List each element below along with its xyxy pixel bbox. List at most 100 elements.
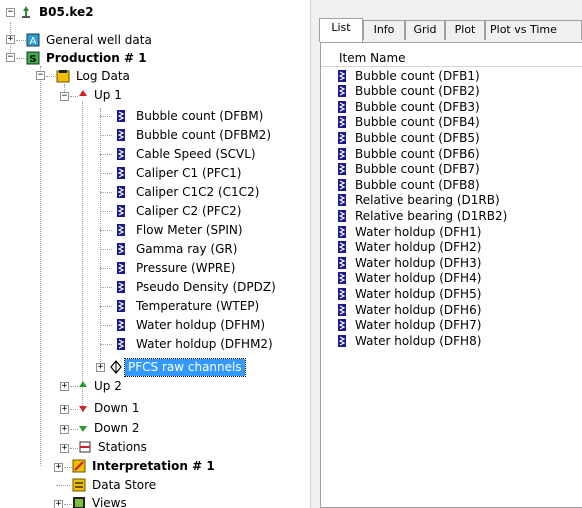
views-icon <box>72 496 86 508</box>
channel-icon <box>337 193 351 207</box>
tree-node-pfcs-raw-channels[interactable]: PFCS raw channels <box>110 357 246 377</box>
tree-node-root[interactable]: − B05.ke2 <box>6 3 97 21</box>
tree-node-data-store[interactable]: Data Store <box>72 476 159 494</box>
collapse-toggle[interactable]: − <box>6 7 15 17</box>
list-item[interactable]: Bubble count (DFB7) <box>337 162 480 177</box>
tree-node-channel[interactable]: Bubble count (DFBM2) <box>100 126 274 144</box>
column-header-item-name[interactable]: Item Name <box>321 49 582 67</box>
list-item[interactable]: Bubble count (DFB2) <box>337 84 480 99</box>
expand-toggle[interactable]: + <box>60 444 69 453</box>
tree-node-channel[interactable]: Cable Speed (SCVL) <box>100 145 259 163</box>
list-item[interactable]: Bubble count (DFB1) <box>337 68 480 83</box>
list-item[interactable]: Bubble count (DFB5) <box>337 130 480 145</box>
tree-node-channel[interactable]: Flow Meter (SPIN) <box>100 221 246 239</box>
list-item[interactable]: Relative bearing (D1RB) <box>337 193 500 208</box>
collapse-toggle[interactable]: − <box>60 92 69 101</box>
tree-node-stations[interactable]: Stations <box>78 438 150 456</box>
list-item-label: Water holdup (DFH6) <box>355 302 482 317</box>
list-item-label: Bubble count (DFB7) <box>355 162 480 177</box>
list-item-label: Water holdup (DFH1) <box>355 224 482 239</box>
list-item[interactable]: Bubble count (DFB6) <box>337 146 480 161</box>
list-item[interactable]: Relative bearing (D1RB2) <box>337 208 507 223</box>
expand-toggle[interactable]: + <box>60 382 69 391</box>
expand-toggle[interactable]: + <box>6 35 15 44</box>
tree-node-channel[interactable]: Temperature (WTEP) <box>100 297 262 315</box>
tree-label: Pseudo Density (DPDZ) <box>136 279 276 294</box>
tree-node-channel[interactable]: Pressure (WPRE) <box>100 259 238 277</box>
list-item[interactable]: Water holdup (DFH6) <box>337 302 481 317</box>
tree-node-channel[interactable]: Gamma ray (GR) <box>100 240 240 258</box>
tree-node-channel[interactable]: Water holdup (DFHM2) <box>100 335 276 353</box>
tree-label: Data Store <box>92 477 157 492</box>
list-item-label: Relative bearing (D1RB2) <box>355 208 508 223</box>
tree-node-down2[interactable]: Down 2 <box>78 419 142 437</box>
tree-node-channel[interactable]: Water holdup (DFHM) <box>100 316 268 334</box>
tree-node-general-well-data[interactable]: A General well data <box>26 31 155 49</box>
tree-node-up2[interactable]: Up 2 <box>78 377 125 395</box>
tab-plot-vs-time[interactable]: Plot vs Time <box>485 20 582 40</box>
tree-node-channel[interactable]: Caliper C1C2 (C1C2) <box>100 183 262 201</box>
channel-icon <box>337 271 351 285</box>
channel-icon <box>116 337 130 351</box>
arrow-down-icon <box>78 421 88 435</box>
tree-node-production[interactable]: S Production # 1 <box>26 49 150 67</box>
tree-node-channel[interactable]: Caliper C2 (PFC2) <box>100 202 245 220</box>
tree-node-down1[interactable]: Down 1 <box>78 399 142 417</box>
list-item[interactable]: Water holdup (DFH4) <box>337 271 481 286</box>
channel-icon <box>116 261 130 275</box>
channel-icon <box>116 128 130 142</box>
tab-grid[interactable]: Grid <box>405 20 445 40</box>
tree-node-views[interactable]: Views <box>72 494 130 508</box>
expand-toggle[interactable]: + <box>60 425 69 434</box>
tree-label: Flow Meter (SPIN) <box>136 222 243 237</box>
tree-node-channel[interactable]: Bubble count (DFBM) <box>100 107 266 125</box>
list-item[interactable]: Water holdup (DFH7) <box>337 318 481 333</box>
tree-node-interpretation[interactable]: Interpretation # 1 <box>72 457 218 475</box>
expand-toggle[interactable]: + <box>60 405 69 414</box>
channel-icon <box>116 109 130 123</box>
list-item[interactable]: Water holdup (DFH8) <box>337 333 481 348</box>
list-item-label: Water holdup (DFH8) <box>355 333 482 348</box>
tree-label: Views <box>92 495 127 508</box>
channel-icon <box>116 185 130 199</box>
tree-node-up1[interactable]: Up 1 <box>78 86 125 104</box>
tab-plot[interactable]: Plot <box>445 20 485 40</box>
tree-node-channel[interactable]: Caliper C1 (PFC1) <box>100 164 245 182</box>
tree-node-log-data[interactable]: Log Data <box>56 67 133 85</box>
expand-toggle[interactable]: + <box>54 500 63 508</box>
tree-node-channel[interactable]: Pseudo Density (DPDZ) <box>100 278 279 296</box>
list-item[interactable]: Bubble count (DFB4) <box>337 115 480 130</box>
channel-icon <box>337 115 351 129</box>
well-icon <box>19 5 33 19</box>
project-tree[interactable]: − B05.ke2 + A General well data − S Prod… <box>0 0 310 508</box>
channel-icon <box>337 131 351 145</box>
list-item[interactable]: Water holdup (DFH1) <box>337 224 481 239</box>
tree-label: Log Data <box>76 68 130 83</box>
list-item[interactable]: Water holdup (DFH5) <box>337 286 481 301</box>
channel-icon <box>337 334 351 348</box>
tree-label: Down 1 <box>94 400 140 415</box>
list-item-label: Bubble count (DFB6) <box>355 146 480 161</box>
expand-toggle[interactable]: + <box>96 363 105 372</box>
list-item[interactable]: Bubble count (DFB8) <box>337 177 480 192</box>
tab-list[interactable]: List <box>319 18 363 42</box>
production-icon: S <box>26 51 40 65</box>
list-item-label: Water holdup (DFH3) <box>355 255 482 270</box>
expand-toggle[interactable]: + <box>54 463 63 472</box>
channel-icon <box>337 240 351 254</box>
channel-icon <box>116 242 130 256</box>
data-store-icon <box>72 478 86 492</box>
list-item[interactable]: Bubble count (DFB3) <box>337 99 480 114</box>
tree-label: Cable Speed (SCVL) <box>136 146 256 161</box>
channel-icon <box>337 287 351 301</box>
item-list[interactable]: Item Name Bubble count (DFB1) Bubble coun… <box>320 42 582 508</box>
tab-info[interactable]: Info <box>363 20 405 40</box>
list-item[interactable]: Water holdup (DFH3) <box>337 255 481 270</box>
channel-icon <box>337 303 351 317</box>
tree-label: PFCS raw channels <box>124 357 246 377</box>
stations-icon <box>78 440 92 454</box>
list-item[interactable]: Water holdup (DFH2) <box>337 240 481 255</box>
collapse-toggle[interactable]: − <box>6 53 15 62</box>
interpretation-icon <box>72 459 86 473</box>
collapse-toggle[interactable]: − <box>36 71 45 80</box>
